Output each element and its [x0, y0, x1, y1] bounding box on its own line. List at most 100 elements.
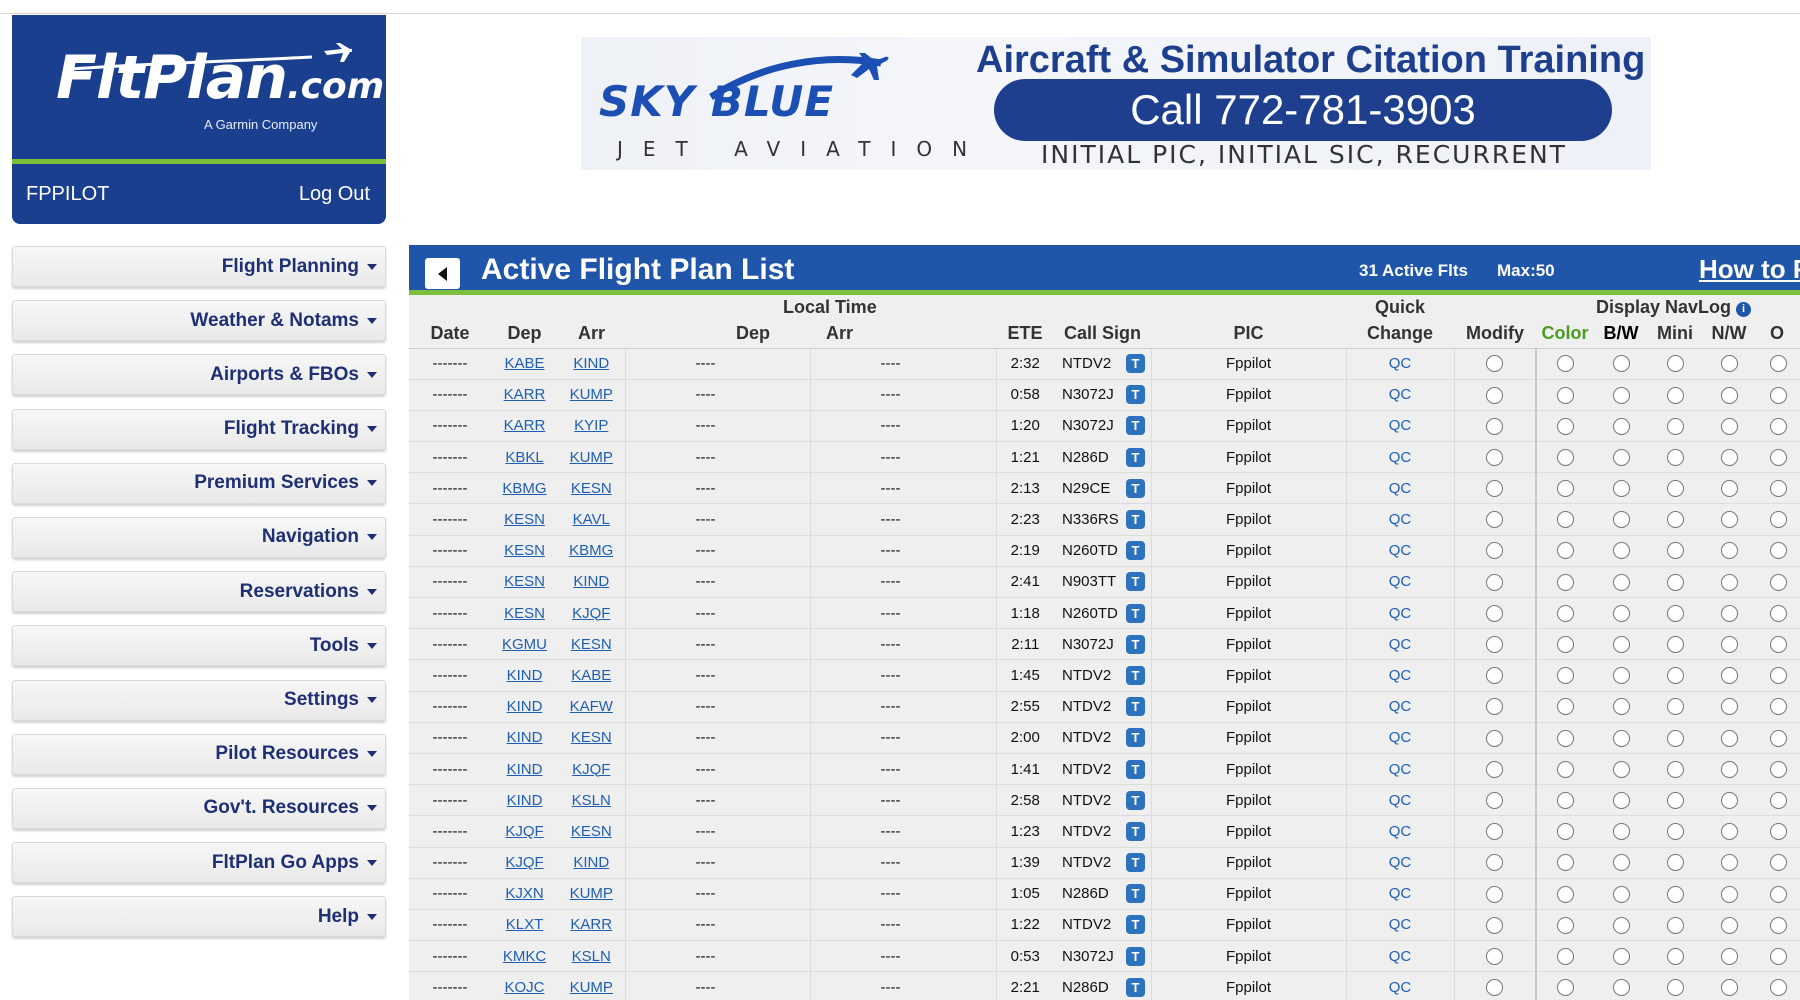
navlog-bw-radio[interactable]	[1612, 542, 1630, 560]
navlog-bw-radio[interactable]	[1612, 573, 1630, 591]
navlog-nw-radio[interactable]	[1720, 417, 1738, 435]
navlog-mini-radio[interactable]	[1666, 417, 1684, 435]
quick-change-link[interactable]: QC	[1389, 542, 1412, 559]
tracking-badge[interactable]: T	[1126, 385, 1145, 405]
navlog-other-radio[interactable]	[1770, 698, 1787, 716]
navlog-nw-radio[interactable]	[1720, 760, 1738, 778]
tracking-badge[interactable]: T	[1126, 354, 1145, 374]
navlog-color-radio[interactable]	[1557, 667, 1574, 685]
arr-airport-link[interactable]: KIND	[573, 854, 609, 871]
navlog-nw-radio[interactable]	[1720, 916, 1738, 934]
arr-airport-link[interactable]: KSLN	[572, 792, 611, 809]
quick-change-link[interactable]: QC	[1389, 885, 1412, 902]
quick-change-link[interactable]: QC	[1389, 916, 1412, 933]
navlog-color-radio[interactable]	[1557, 791, 1574, 809]
navlog-nw-radio[interactable]	[1720, 729, 1738, 747]
dep-airport-link[interactable]: KABE	[504, 355, 544, 372]
tracking-badge[interactable]: T	[1126, 697, 1145, 717]
modify-radio[interactable]	[1486, 729, 1504, 747]
navlog-mini-radio[interactable]	[1666, 542, 1684, 560]
dep-airport-link[interactable]: KGMU	[502, 636, 547, 653]
navlog-bw-radio[interactable]	[1612, 854, 1630, 872]
navlog-nw-radio[interactable]	[1720, 698, 1738, 716]
navlog-color-radio[interactable]	[1557, 636, 1574, 654]
modify-radio[interactable]	[1486, 573, 1504, 591]
navlog-mini-radio[interactable]	[1666, 386, 1684, 404]
dep-airport-link[interactable]: KIND	[507, 698, 543, 715]
quick-change-link[interactable]: QC	[1389, 636, 1412, 653]
arr-airport-link[interactable]: KIND	[573, 573, 609, 590]
quick-change-link[interactable]: QC	[1389, 792, 1412, 809]
navlog-mini-radio[interactable]	[1666, 854, 1684, 872]
navlog-mini-radio[interactable]	[1666, 636, 1684, 654]
navlog-mini-radio[interactable]	[1666, 916, 1684, 934]
navlog-nw-radio[interactable]	[1720, 791, 1738, 809]
menu-item-reservations[interactable]: Reservations	[12, 571, 386, 613]
arr-airport-link[interactable]: KESN	[571, 729, 612, 746]
navlog-other-radio[interactable]	[1770, 760, 1787, 778]
dep-airport-link[interactable]: KARR	[504, 386, 546, 403]
navlog-color-radio[interactable]	[1557, 729, 1574, 747]
arr-airport-link[interactable]: KABE	[571, 667, 611, 684]
dep-airport-link[interactable]: KJQF	[505, 854, 543, 871]
modify-radio[interactable]	[1486, 542, 1504, 560]
navlog-nw-radio[interactable]	[1720, 636, 1738, 654]
arr-airport-link[interactable]: KIND	[573, 355, 609, 372]
navlog-color-radio[interactable]	[1557, 448, 1574, 466]
navlog-nw-radio[interactable]	[1720, 979, 1738, 997]
quick-change-link[interactable]: QC	[1389, 729, 1412, 746]
quick-change-link[interactable]: QC	[1389, 823, 1412, 840]
navlog-mini-radio[interactable]	[1666, 791, 1684, 809]
arr-airport-link[interactable]: KESN	[571, 823, 612, 840]
modify-radio[interactable]	[1486, 760, 1504, 778]
dep-airport-link[interactable]: KIND	[507, 792, 543, 809]
arr-airport-link[interactable]: KUMP	[570, 386, 613, 403]
navlog-other-radio[interactable]	[1770, 791, 1787, 809]
tracking-badge[interactable]: T	[1126, 541, 1145, 561]
navlog-bw-radio[interactable]	[1612, 791, 1630, 809]
quick-change-link[interactable]: QC	[1389, 667, 1412, 684]
navlog-color-radio[interactable]	[1557, 417, 1574, 435]
fltplan-logo[interactable]: FltPlan.com A Garmin Company	[12, 15, 386, 159]
dep-airport-link[interactable]: KOJC	[504, 979, 544, 996]
navlog-mini-radio[interactable]	[1666, 698, 1684, 716]
dep-airport-link[interactable]: KESN	[504, 573, 545, 590]
navlog-nw-radio[interactable]	[1720, 573, 1738, 591]
navlog-nw-radio[interactable]	[1720, 667, 1738, 685]
modify-radio[interactable]	[1486, 511, 1504, 529]
navlog-nw-radio[interactable]	[1720, 480, 1738, 498]
navlog-other-radio[interactable]	[1770, 729, 1787, 747]
dep-airport-link[interactable]: KIND	[507, 729, 543, 746]
menu-item-help[interactable]: Help	[12, 896, 386, 938]
banner-ad[interactable]: SKY BLUE JET AVIATION Aircraft & Simulat…	[581, 37, 1651, 170]
quick-change-link[interactable]: QC	[1389, 979, 1412, 996]
modify-radio[interactable]	[1486, 480, 1504, 498]
navlog-nw-radio[interactable]	[1720, 355, 1738, 373]
arr-airport-link[interactable]: KUMP	[570, 449, 613, 466]
back-button[interactable]	[425, 258, 460, 289]
navlog-bw-radio[interactable]	[1612, 511, 1630, 529]
navlog-other-radio[interactable]	[1770, 885, 1787, 903]
navlog-color-radio[interactable]	[1557, 480, 1574, 498]
dep-airport-link[interactable]: KMKC	[503, 948, 546, 965]
arr-airport-link[interactable]: KESN	[571, 480, 612, 497]
menu-item-flight-tracking[interactable]: Flight Tracking	[12, 408, 386, 450]
tracking-badge[interactable]: T	[1126, 510, 1145, 530]
navlog-bw-radio[interactable]	[1612, 698, 1630, 716]
quick-change-link[interactable]: QC	[1389, 854, 1412, 871]
tracking-badge[interactable]: T	[1126, 572, 1145, 592]
menu-item-flight-planning[interactable]: Flight Planning	[12, 246, 386, 287]
navlog-nw-radio[interactable]	[1720, 947, 1738, 965]
navlog-color-radio[interactable]	[1557, 573, 1574, 591]
navlog-mini-radio[interactable]	[1666, 480, 1684, 498]
modify-radio[interactable]	[1486, 979, 1504, 997]
how-to-link[interactable]: How to F	[1699, 254, 1800, 285]
modify-radio[interactable]	[1486, 448, 1504, 466]
tracking-badge[interactable]: T	[1126, 821, 1145, 841]
navlog-nw-radio[interactable]	[1720, 511, 1738, 529]
navlog-color-radio[interactable]	[1557, 604, 1574, 622]
navlog-other-radio[interactable]	[1770, 667, 1787, 685]
navlog-other-radio[interactable]	[1770, 979, 1787, 997]
navlog-other-radio[interactable]	[1770, 480, 1787, 498]
navlog-color-radio[interactable]	[1557, 823, 1574, 841]
